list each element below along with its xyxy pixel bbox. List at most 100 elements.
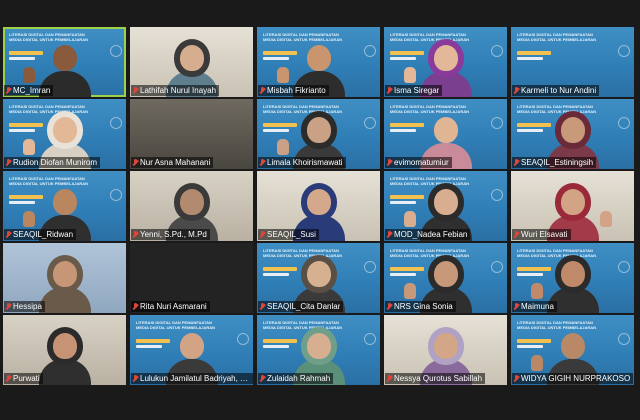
slide-decoration bbox=[364, 261, 376, 273]
participant-name: Purwati bbox=[13, 374, 40, 383]
slide-decoration bbox=[491, 261, 503, 273]
participant-tile[interactable]: LITERASI DIGITAL DAN PEMANFAATAN MEDIA D… bbox=[384, 99, 507, 169]
participant-face bbox=[306, 189, 331, 215]
participant-name: Misbah Fikrianto bbox=[267, 86, 326, 95]
mic-muted-icon bbox=[6, 87, 11, 94]
participant-tile[interactable]: Lathifah Nurul Inayah bbox=[130, 27, 253, 97]
mic-muted-icon bbox=[133, 303, 138, 310]
participant-nameplate: Zulaidah Rahmah bbox=[258, 373, 334, 384]
peace-sign-hand bbox=[531, 283, 543, 299]
participant-name: Nessya Qurotus Sabillah bbox=[394, 374, 483, 383]
participant-tile[interactable]: LITERASI DIGITAL DAN PEMANFAATAN MEDIA D… bbox=[257, 243, 380, 313]
participant-tile[interactable]: LITERASI DIGITAL DAN PEMANFAATAN MEDIA D… bbox=[511, 99, 634, 169]
participant-tile[interactable]: Rita Nuri Asmarani bbox=[130, 243, 253, 313]
participant-tile[interactable]: Hessipa bbox=[3, 243, 126, 313]
participant-video bbox=[37, 329, 93, 385]
participant-nameplate: MC_Imran bbox=[4, 85, 54, 96]
slide-decoration bbox=[110, 189, 122, 201]
participant-tile[interactable]: LITERASI DIGITAL DAN PEMANFAATAN MEDIA D… bbox=[384, 243, 507, 313]
participant-tile[interactable]: LITERASI DIGITAL DAN PEMANFAATAN MEDIA D… bbox=[257, 315, 380, 385]
participant-face bbox=[433, 333, 458, 359]
participant-tile[interactable]: LITERASI DIGITAL DAN PEMANFAATAN MEDIA D… bbox=[130, 315, 253, 385]
participant-face bbox=[179, 333, 204, 359]
participant-nameplate: SEAQIL_Estiningsih bbox=[512, 157, 597, 168]
participant-tile[interactable]: LITERASI DIGITAL DAN PEMANFAATAN MEDIA D… bbox=[257, 27, 380, 97]
mic-muted-icon bbox=[514, 303, 519, 310]
participant-nameplate: Lathifah Nurul Inayah bbox=[131, 85, 220, 96]
participant-nameplate: Wuri Elsavati bbox=[512, 229, 571, 240]
participant-tile[interactable]: LITERASI DIGITAL DAN PEMANFAATAN MEDIA D… bbox=[384, 27, 507, 97]
mic-muted-icon bbox=[514, 231, 519, 238]
participant-name: Wuri Elsavati bbox=[521, 230, 568, 239]
participant-tile[interactable]: Wuri Elsavati bbox=[511, 171, 634, 241]
participant-name: Limala Khoirismawati bbox=[267, 158, 343, 167]
participant-tile[interactable]: Purwati bbox=[3, 315, 126, 385]
participant-tile[interactable]: LITERASI DIGITAL DAN PEMANFAATAN MEDIA D… bbox=[384, 171, 507, 241]
slide-accent-bar bbox=[517, 57, 543, 60]
participant-face bbox=[306, 45, 331, 71]
participant-name: Yenni, S.Pd., M.Pd bbox=[140, 230, 207, 239]
participant-tile[interactable]: LITERASI DIGITAL DAN PEMANFAATAN MEDIA D… bbox=[3, 27, 126, 97]
participant-nameplate: NRS Gina Sonia bbox=[385, 301, 456, 312]
slide-accent-bar bbox=[9, 57, 35, 60]
participant-name: Lulukun Jamilatul Badriyah, S.Pd bbox=[140, 374, 252, 383]
participant-tile[interactable]: SEAQIL_Susi bbox=[257, 171, 380, 241]
participant-nameplate: SEAQIL_Cita Danlar bbox=[258, 301, 344, 312]
peace-sign-hand bbox=[404, 211, 416, 227]
participant-face bbox=[306, 261, 331, 287]
mic-muted-icon bbox=[6, 159, 11, 166]
participant-name: WIDYA GIGIH NURPRAKOSO bbox=[521, 374, 631, 383]
participant-tile[interactable]: Yenni, S.Pd., M.Pd bbox=[130, 171, 253, 241]
participant-nameplate: Nessya Qurotus Sabillah bbox=[385, 373, 486, 384]
participant-name: evimomatumiur bbox=[394, 158, 449, 167]
slide-accent-bar bbox=[390, 129, 416, 132]
participant-face bbox=[179, 45, 204, 71]
mic-muted-icon bbox=[133, 87, 138, 94]
participant-tile[interactable]: LITERASI DIGITAL DAN PEMANFAATAN MEDIA D… bbox=[511, 315, 634, 385]
participant-tile[interactable]: LITERASI DIGITAL DAN PEMANFAATAN MEDIA D… bbox=[3, 171, 126, 241]
participant-nameplate: Lulukun Jamilatul Badriyah, S.Pd bbox=[131, 373, 253, 384]
slide-decoration bbox=[618, 45, 630, 57]
participant-tile[interactable]: Nur Asna Mahanani bbox=[130, 99, 253, 169]
participant-face bbox=[433, 189, 458, 215]
participant-tile[interactable]: LITERASI DIGITAL DAN PEMANFAATAN MEDIA D… bbox=[511, 27, 634, 97]
participant-tile[interactable]: LITERASI DIGITAL DAN PEMANFAATAN MEDIA D… bbox=[3, 99, 126, 169]
shared-slide-caption: LITERASI DIGITAL DAN PEMANFAATAN MEDIA D… bbox=[517, 32, 597, 42]
participant-name: Maimuna bbox=[521, 302, 554, 311]
participant-face bbox=[52, 189, 77, 215]
participant-tile[interactable]: LITERASI DIGITAL DAN PEMANFAATAN MEDIA D… bbox=[511, 243, 634, 313]
participant-name: SEAQIL_Ridwan bbox=[13, 230, 74, 239]
participant-face bbox=[52, 261, 77, 287]
participant-nameplate: Karmeli to Nur Andini bbox=[512, 85, 600, 96]
participant-name: SEAQIL_Cita Danlar bbox=[267, 302, 341, 311]
slide-decoration bbox=[110, 45, 122, 57]
participant-face bbox=[433, 261, 458, 287]
peace-sign-hand bbox=[23, 67, 35, 83]
participant-nameplate: Maimuna bbox=[512, 301, 557, 312]
slide-accent-bar bbox=[390, 273, 416, 276]
slide-decoration bbox=[618, 333, 630, 345]
participant-nameplate: WIDYA GIGIH NURPRAKOSO bbox=[512, 373, 634, 384]
slide-accent-bar bbox=[517, 273, 543, 276]
participant-face bbox=[52, 45, 77, 71]
slide-accent-bar bbox=[136, 345, 162, 348]
participant-nameplate: SEAQIL_Susi bbox=[258, 229, 319, 240]
slide-decoration bbox=[364, 117, 376, 129]
slide-accent-bar bbox=[263, 345, 289, 348]
peace-sign-hand bbox=[531, 355, 543, 371]
participant-nameplate: evimomatumiur bbox=[385, 157, 452, 168]
participant-name: Rita Nuri Asmarani bbox=[140, 302, 207, 311]
mic-muted-icon bbox=[387, 87, 392, 94]
participant-tile[interactable]: Nessya Qurotus Sabillah bbox=[384, 315, 507, 385]
slide-accent-bar bbox=[263, 129, 289, 132]
participant-name: SEAQIL_Estiningsih bbox=[521, 158, 594, 167]
mic-muted-icon bbox=[387, 231, 392, 238]
mic-muted-icon bbox=[387, 375, 392, 382]
slide-decoration bbox=[618, 261, 630, 273]
participant-face bbox=[433, 45, 458, 71]
participant-tile[interactable]: LITERASI DIGITAL DAN PEMANFAATAN MEDIA D… bbox=[257, 99, 380, 169]
participant-nameplate: MOD_Nadea Febian bbox=[385, 229, 471, 240]
slide-accent-bar bbox=[517, 129, 543, 132]
participant-body bbox=[38, 287, 91, 313]
mic-muted-icon bbox=[260, 375, 265, 382]
